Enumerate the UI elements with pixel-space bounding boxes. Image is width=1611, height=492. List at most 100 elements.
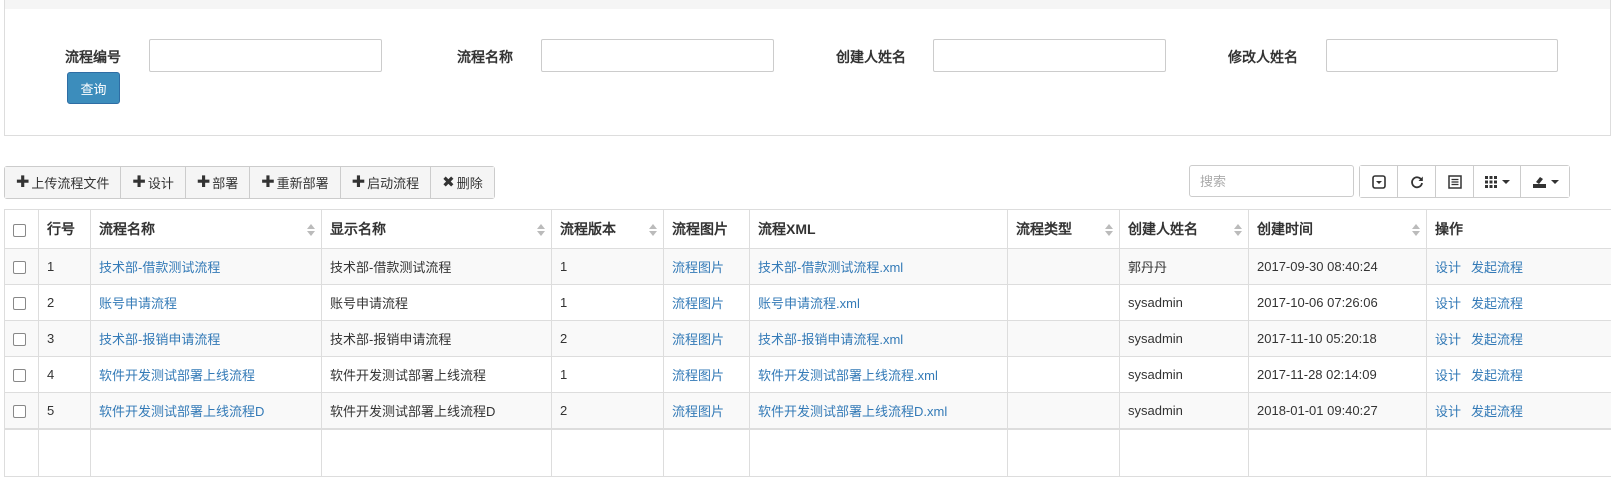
- toggle-view-button[interactable]: [1436, 166, 1474, 197]
- deploy-button[interactable]: ✚ 部署: [185, 167, 251, 198]
- process-name-link[interactable]: 技术部-借款测试流程: [99, 260, 220, 275]
- row-checkbox[interactable]: [13, 369, 26, 383]
- process-image-link[interactable]: 流程图片: [672, 404, 724, 419]
- creator-name: sysadmin: [1119, 284, 1249, 321]
- process-image-link[interactable]: 流程图片: [672, 368, 724, 383]
- process-name-link[interactable]: 软件开发测试部署上线流程: [99, 368, 255, 383]
- row-actions: 设计 发起流程: [1426, 248, 1611, 285]
- footer-cell: [321, 427, 552, 477]
- upload-process-file-label: 上传流程文件: [31, 176, 110, 191]
- process-name-link[interactable]: 软件开发测试部署上线流程D: [99, 404, 264, 419]
- process-xml-link[interactable]: 技术部-报销申请流程.xml: [758, 332, 903, 347]
- row-checkbox[interactable]: [13, 333, 26, 347]
- label-modifier-name: 修改人姓名: [1228, 49, 1298, 65]
- created-time: 2017-09-30 08:40:24: [1248, 248, 1427, 285]
- row-number: 4: [38, 356, 91, 393]
- table-search-input[interactable]: [1189, 165, 1354, 197]
- creator-name-input[interactable]: [933, 39, 1166, 72]
- chevron-down-icon: [1502, 179, 1510, 184]
- search-panel: [4, 9, 1611, 136]
- process-xml-link[interactable]: 软件开发测试部署上线流程.xml: [758, 368, 938, 383]
- close-icon: ✖: [442, 174, 455, 191]
- row-number: 2: [38, 284, 91, 321]
- process-xml-link[interactable]: 软件开发测试部署上线流程D.xml: [758, 404, 947, 419]
- export-button[interactable]: [1521, 166, 1569, 197]
- column-header-xml[interactable]: 流程XML: [749, 209, 1008, 249]
- design-link[interactable]: 设计: [1435, 260, 1461, 275]
- select-all-header: [4, 209, 39, 249]
- footer-cell: [663, 427, 750, 477]
- chevron-down-icon: [1550, 179, 1559, 184]
- row-select-cell: [4, 284, 39, 321]
- start-process-link[interactable]: 发起流程: [1471, 404, 1523, 419]
- row-checkbox[interactable]: [13, 404, 26, 418]
- upload-process-file-button[interactable]: ✚ 上传流程文件: [5, 167, 122, 198]
- start-process-button[interactable]: ✚ 启动流程: [340, 167, 432, 198]
- column-header-label: 显示名称: [330, 221, 386, 237]
- design-link[interactable]: 设计: [1435, 404, 1461, 419]
- created-time: 2017-11-28 02:14:09: [1248, 356, 1427, 393]
- creator-name: sysadmin: [1119, 356, 1249, 393]
- process-type: [1007, 356, 1120, 393]
- column-header-created-time[interactable]: 创建时间: [1248, 209, 1427, 249]
- toggle-icon: [1371, 174, 1386, 189]
- column-header-version[interactable]: 流程版本: [551, 209, 664, 249]
- plus-icon: ✚: [16, 173, 30, 191]
- refresh-button[interactable]: [1398, 166, 1436, 197]
- sort-icon: [649, 224, 657, 236]
- table-footer-row: [4, 427, 1611, 477]
- start-process-link[interactable]: 发起流程: [1471, 260, 1523, 275]
- table-row: 5 软件开发测试部署上线流程D 软件开发测试部署上线流程D 2 流程图片 软件开…: [4, 392, 1611, 429]
- select-all-checkbox[interactable]: [13, 223, 26, 237]
- process-number-input[interactable]: [149, 39, 382, 72]
- design-label: 设计: [147, 176, 174, 191]
- process-name-link[interactable]: 账号申请流程: [99, 296, 177, 311]
- row-actions: 设计 发起流程: [1426, 320, 1611, 357]
- modifier-name-input[interactable]: [1326, 39, 1558, 72]
- query-button[interactable]: 查询: [67, 72, 120, 104]
- column-header-row-number[interactable]: 行号: [38, 209, 91, 249]
- sort-icon: [307, 224, 315, 236]
- process-name-link[interactable]: 技术部-报销申请流程: [99, 332, 220, 347]
- process-version: 1: [551, 356, 664, 393]
- start-process-link[interactable]: 发起流程: [1471, 332, 1523, 347]
- process-xml-link[interactable]: 账号申请流程.xml: [758, 296, 860, 311]
- redeploy-label: 重新部署: [276, 176, 329, 191]
- toggle-pagination-button[interactable]: [1360, 166, 1398, 197]
- design-link[interactable]: 设计: [1435, 368, 1461, 383]
- process-name-input[interactable]: [541, 39, 774, 72]
- process-image-link[interactable]: 流程图片: [672, 332, 724, 347]
- start-process-link[interactable]: 发起流程: [1471, 296, 1523, 311]
- redeploy-button[interactable]: ✚ 重新部署: [250, 167, 341, 198]
- row-checkbox[interactable]: [13, 297, 26, 311]
- delete-label: 删除: [456, 176, 483, 191]
- row-number: 3: [38, 320, 91, 357]
- table-tools: [1359, 165, 1570, 198]
- table-row: 2 账号申请流程 账号申请流程 1 流程图片 账号申请流程.xml sysadm…: [4, 284, 1611, 321]
- footer-cell: [749, 427, 1008, 477]
- column-header-display-name[interactable]: 显示名称: [321, 209, 552, 249]
- process-image-link[interactable]: 流程图片: [672, 296, 724, 311]
- process-version: 1: [551, 284, 664, 321]
- deploy-label: 部署: [212, 176, 239, 191]
- column-header-label: 流程名称: [99, 221, 155, 237]
- row-checkbox[interactable]: [13, 261, 26, 275]
- design-button[interactable]: ✚ 设计: [121, 167, 186, 198]
- columns-icon: [1485, 175, 1497, 188]
- column-header-type[interactable]: 流程类型: [1007, 209, 1120, 249]
- process-type: [1007, 248, 1120, 285]
- column-header-creator[interactable]: 创建人姓名: [1119, 209, 1249, 249]
- columns-button[interactable]: [1474, 166, 1521, 197]
- delete-button[interactable]: ✖ 删除: [431, 167, 494, 198]
- design-link[interactable]: 设计: [1435, 296, 1461, 311]
- sort-icon: [1105, 224, 1113, 236]
- column-header-image[interactable]: 流程图片: [663, 209, 750, 249]
- column-header-process-name[interactable]: 流程名称: [90, 209, 322, 249]
- start-process-link[interactable]: 发起流程: [1471, 368, 1523, 383]
- design-link[interactable]: 设计: [1435, 332, 1461, 347]
- created-time: 2017-10-06 07:26:06: [1248, 284, 1427, 321]
- process-image-link[interactable]: 流程图片: [672, 260, 724, 275]
- process-xml-link[interactable]: 技术部-借款测试流程.xml: [758, 260, 903, 275]
- row-number: 1: [38, 248, 91, 285]
- footer-cell: [90, 427, 322, 477]
